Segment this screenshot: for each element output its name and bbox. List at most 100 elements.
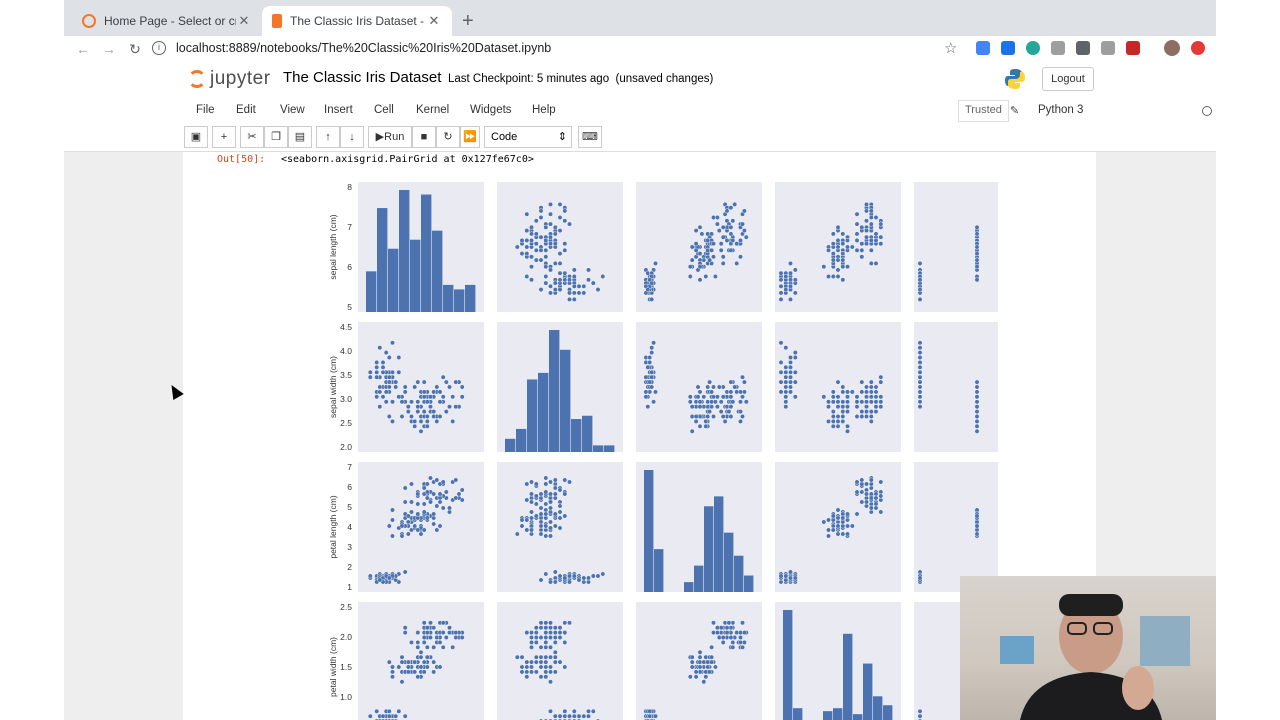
scatter-point [724, 625, 730, 631]
reload-icon[interactable]: ↻ [122, 41, 148, 58]
move-down-icon[interactable]: ↓ [340, 126, 364, 148]
restart-icon[interactable]: ↻ [436, 126, 460, 148]
scatter-point [917, 384, 923, 390]
scatter-point [720, 414, 726, 419]
scatter-point [788, 569, 793, 575]
translate-extension-icon[interactable] [976, 41, 990, 55]
scatter-point [864, 503, 869, 509]
move-up-icon[interactable]: ↑ [316, 126, 340, 148]
scatter-point [830, 513, 836, 519]
scatter-point [741, 208, 747, 214]
bookmark-star-icon[interactable]: ☆ [944, 39, 958, 57]
scatter-point [917, 569, 923, 575]
code-extension-icon[interactable] [1101, 41, 1115, 55]
back-arrow-icon[interactable]: ← [70, 41, 96, 57]
scatter-point [868, 477, 874, 483]
scatter-point [830, 399, 836, 405]
keyboard-icon[interactable]: ⌨ [578, 126, 602, 148]
save-icon[interactable]: ▣ [184, 126, 208, 148]
tab-iris-notebook[interactable]: The Classic Iris Dataset - Jupy ✕ [262, 6, 452, 36]
scatter-point [693, 674, 699, 680]
scatter-point [374, 374, 380, 380]
scatter-point [552, 713, 558, 719]
restart-run-all-icon[interactable]: ⏩ [460, 126, 480, 148]
histogram-bar [883, 705, 893, 720]
menu-widgets[interactable]: Widgets [470, 104, 512, 116]
scatter-point [421, 639, 427, 645]
scatter-point [840, 404, 846, 410]
scatter-point [854, 247, 860, 253]
scatter-point [524, 228, 530, 233]
y-tick-label: 4 [347, 522, 352, 532]
update-menu-icon[interactable] [1191, 41, 1205, 55]
scatter-point [453, 379, 459, 385]
scatter-point [562, 639, 568, 645]
menu-file[interactable]: File [196, 104, 215, 116]
stop-icon[interactable]: ■ [412, 126, 436, 148]
scatter-point [826, 399, 831, 405]
scatter-point [576, 290, 582, 296]
scatter-point [428, 635, 433, 640]
lastpass-extension-icon[interactable] [1126, 41, 1140, 55]
scatter-point [647, 708, 653, 714]
grammar-extension-icon[interactable] [1026, 41, 1040, 55]
scatter-point [552, 579, 558, 585]
notebook-title[interactable]: The Classic Iris Dataset [283, 69, 441, 86]
scatter-point [543, 507, 549, 513]
tab-home-page[interactable]: Home Page - Select or create a ✕ [72, 6, 262, 36]
histogram-bar [843, 633, 853, 720]
cut-icon[interactable]: ✂ [240, 126, 264, 148]
scatter-point [421, 527, 427, 533]
copy-icon[interactable]: ❐ [264, 126, 288, 148]
scatter-point [390, 369, 395, 375]
screen-extension-icon[interactable] [1001, 41, 1015, 55]
forward-arrow-icon[interactable]: → [96, 41, 122, 57]
scatter-point [695, 384, 701, 390]
y-tick-label: 1.0 [340, 692, 352, 702]
scatter-point [868, 495, 874, 501]
logout-button[interactable]: Logout [1042, 67, 1094, 91]
profile-avatar[interactable] [1164, 40, 1180, 56]
site-info-icon[interactable]: i [152, 41, 166, 55]
histogram-bar [593, 445, 604, 452]
scatter-point [402, 485, 408, 491]
run-button[interactable]: ▶Run [368, 126, 412, 148]
cell-type-select[interactable]: Code ⇕ [484, 126, 572, 148]
scatter-point [424, 515, 430, 521]
close-tab-icon[interactable]: ✕ [236, 13, 252, 29]
scatter-point [421, 620, 427, 626]
insert-cell-icon[interactable]: + [212, 126, 236, 148]
histogram-bar [399, 190, 410, 312]
menu-help[interactable]: Help [532, 104, 556, 116]
new-tab-button[interactable]: + [462, 10, 474, 33]
scatter-point [864, 241, 869, 247]
scatter-point [868, 418, 874, 424]
scatter-point [873, 409, 879, 415]
close-tab-icon[interactable]: ✕ [426, 13, 442, 29]
scatter-point [415, 404, 421, 410]
scatter-point [643, 394, 649, 400]
scatter-point [873, 384, 879, 390]
menu-cell[interactable]: Cell [374, 104, 394, 116]
histogram-bar [538, 372, 549, 452]
menu-view[interactable]: View [280, 104, 305, 116]
scatter-point [783, 399, 789, 405]
menu-kernel[interactable]: Kernel [416, 104, 449, 116]
scatter-point [440, 644, 446, 650]
scatter-point [689, 244, 695, 250]
menu-insert[interactable]: Insert [324, 104, 353, 116]
kernel-name[interactable]: Python 3 [1038, 104, 1083, 116]
scatter-point [453, 404, 459, 410]
jupyter-logo[interactable]: jupyter [188, 68, 271, 90]
pocket-extension-icon[interactable] [1076, 41, 1090, 55]
address-bar[interactable]: i localhost:8889/notebooks/The%20Classic… [152, 36, 960, 60]
scatter-point [917, 297, 923, 302]
trusted-indicator[interactable]: Trusted [958, 100, 1009, 122]
save-extension-icon[interactable] [1051, 41, 1065, 55]
paste-icon[interactable]: ▤ [288, 126, 312, 148]
scatter-point [778, 290, 784, 296]
scatter-point [431, 491, 437, 497]
menu-edit[interactable]: Edit [236, 104, 256, 116]
scatter-point [437, 414, 443, 419]
scatter-point [788, 374, 793, 380]
